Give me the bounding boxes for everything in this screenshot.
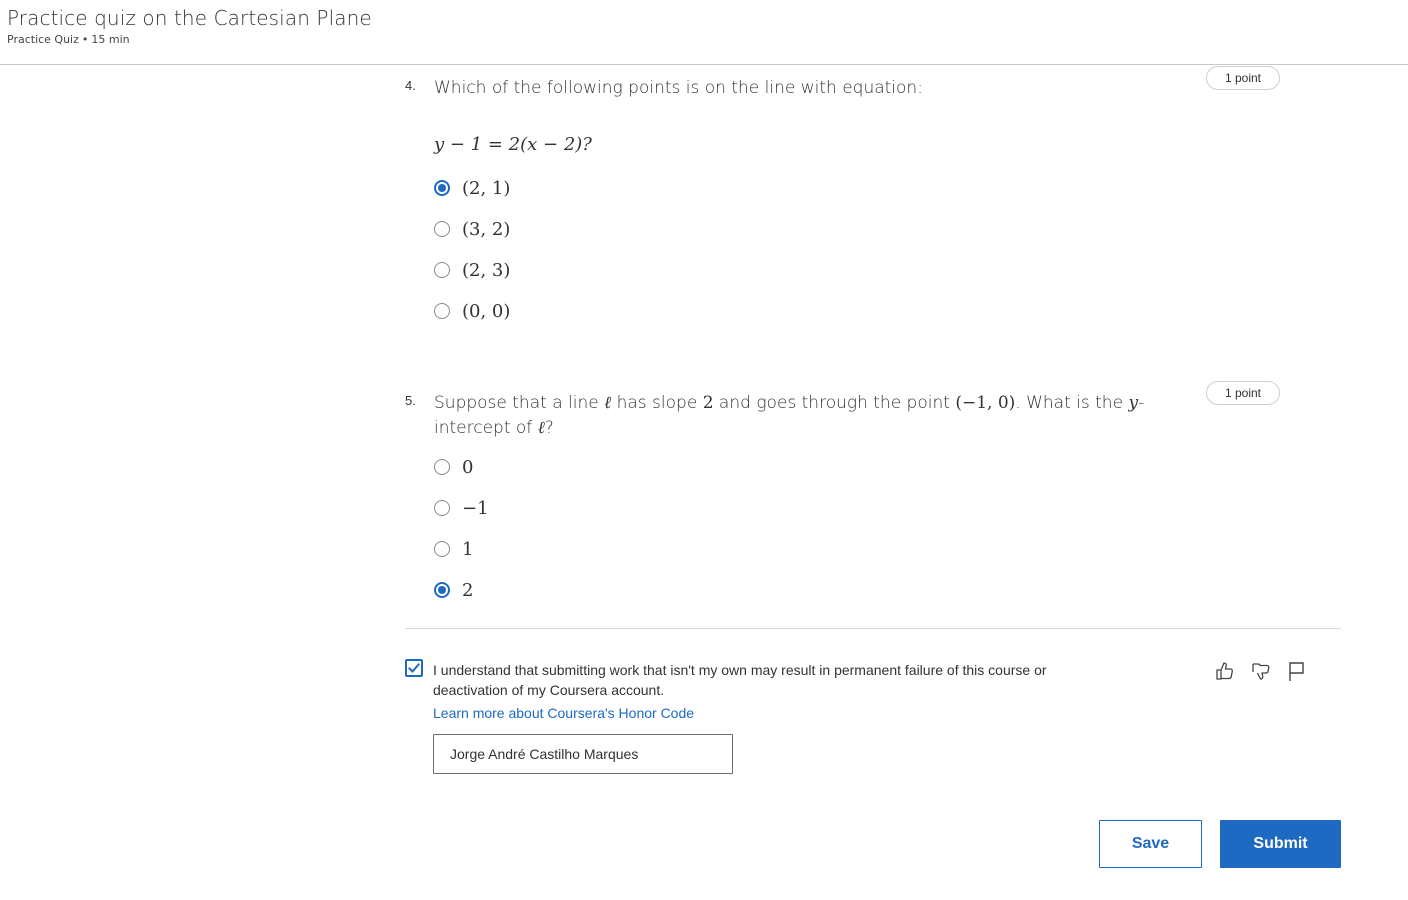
honor-code-checkbox[interactable] bbox=[405, 659, 423, 677]
text-part: . What is the bbox=[1015, 393, 1129, 413]
thumbs-down-icon[interactable] bbox=[1250, 660, 1272, 682]
option-label: 0 bbox=[462, 456, 474, 478]
answer-option[interactable]: 1 bbox=[434, 538, 473, 560]
math-point: (−1, 0) bbox=[955, 393, 1016, 413]
answer-option[interactable]: −1 bbox=[434, 497, 489, 519]
submit-button[interactable]: Submit bbox=[1220, 820, 1341, 868]
text-part: and goes through the point bbox=[713, 393, 956, 413]
quiz-duration: 15 min bbox=[91, 33, 130, 46]
quiz-meta: Practice Quiz • 15 min bbox=[7, 33, 130, 46]
radio-button[interactable] bbox=[434, 500, 450, 516]
question-equation: y − 1 = 2(x − 2)? bbox=[434, 134, 592, 155]
option-label: (2, 1) bbox=[462, 177, 511, 199]
option-label: 1 bbox=[462, 538, 474, 560]
answer-option[interactable]: 2 bbox=[434, 579, 473, 601]
radio-button[interactable] bbox=[434, 459, 450, 475]
flag-icon[interactable] bbox=[1286, 660, 1308, 682]
question-number: 4. bbox=[405, 78, 416, 93]
save-button[interactable]: Save bbox=[1099, 820, 1202, 868]
math-y: y bbox=[1128, 393, 1139, 413]
radio-button-selected[interactable] bbox=[434, 582, 450, 598]
math-slope: 2 bbox=[702, 393, 714, 413]
feedback-toolbar bbox=[1214, 660, 1308, 682]
points-badge: 1 point bbox=[1206, 381, 1280, 405]
option-label: (2, 3) bbox=[462, 259, 511, 281]
answer-option[interactable]: (2, 3) bbox=[434, 259, 510, 281]
radio-button-selected[interactable] bbox=[434, 180, 450, 196]
thumbs-up-icon[interactable] bbox=[1214, 660, 1236, 682]
section-divider bbox=[405, 628, 1341, 629]
text-part: has slope bbox=[611, 393, 703, 413]
question-text: Which of the following points is on the … bbox=[434, 78, 923, 98]
answer-option[interactable]: (0, 0) bbox=[434, 300, 510, 322]
option-label: −1 bbox=[462, 497, 489, 519]
answer-option[interactable]: (2, 1) bbox=[434, 177, 510, 199]
answer-option[interactable]: (3, 2) bbox=[434, 218, 510, 240]
radio-button[interactable] bbox=[434, 262, 450, 278]
radio-button[interactable] bbox=[434, 221, 450, 237]
option-label: (0, 0) bbox=[462, 300, 511, 322]
meta-separator: • bbox=[81, 33, 89, 46]
honor-code-text: I understand that submitting work that i… bbox=[433, 662, 1047, 698]
text-part: Suppose that a line bbox=[434, 393, 605, 413]
question-text: Suppose that a line ℓ has slope 2 and go… bbox=[434, 391, 1154, 441]
math-ell: ℓ bbox=[537, 418, 545, 438]
question-number: 5. bbox=[405, 393, 416, 408]
quiz-type: Practice Quiz bbox=[7, 33, 79, 46]
points-badge: 1 point bbox=[1206, 66, 1280, 90]
quiz-header: Practice quiz on the Cartesian Plane Pra… bbox=[0, 0, 1408, 65]
answer-option[interactable]: 0 bbox=[434, 456, 473, 478]
text-part: ? bbox=[544, 418, 554, 438]
radio-button[interactable] bbox=[434, 541, 450, 557]
option-label: (3, 2) bbox=[462, 218, 511, 240]
legal-name-input[interactable] bbox=[433, 734, 733, 774]
honor-code-link[interactable]: Learn more about Coursera's Honor Code bbox=[433, 705, 694, 721]
page-title: Practice quiz on the Cartesian Plane bbox=[7, 6, 372, 30]
checkmark-icon bbox=[408, 663, 420, 673]
radio-button[interactable] bbox=[434, 303, 450, 319]
option-label: 2 bbox=[462, 579, 474, 601]
